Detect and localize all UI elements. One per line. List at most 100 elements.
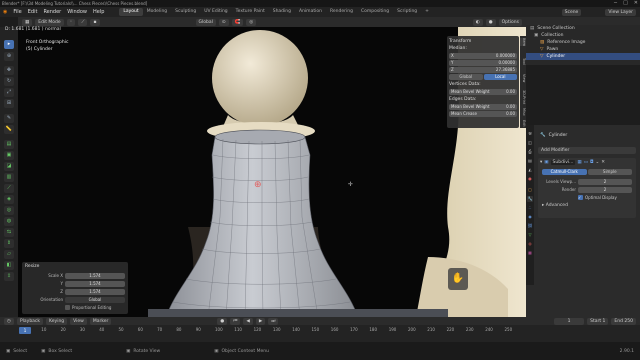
- view-layer-tab-icon[interactable]: ▤: [527, 158, 533, 164]
- tool-tab-icon[interactable]: ⚒: [527, 131, 533, 137]
- render-tab-icon[interactable]: ◫: [527, 140, 533, 146]
- edit-mode-toggle-icon[interactable]: ▦: [577, 160, 581, 165]
- shrink-fatten-icon[interactable]: ⇕: [4, 239, 14, 248]
- constraints-tab-icon[interactable]: ⛓: [527, 223, 533, 229]
- global-button[interactable]: Global: [449, 74, 483, 80]
- workspace-tab-modeling[interactable]: Modeling: [143, 8, 171, 16]
- poly-build-icon[interactable]: ◈: [4, 195, 14, 204]
- move-icon[interactable]: ✥: [4, 66, 14, 75]
- outliner-row-scene-collection[interactable]: ▤ Scene Collection: [526, 25, 640, 32]
- shading-solid-icon[interactable]: ●: [485, 18, 496, 26]
- outliner-row-cylinder[interactable]: ▽ Cylinder: [526, 53, 640, 60]
- outliner-row-collection[interactable]: ▣ Collection: [526, 32, 640, 39]
- object-tab-icon[interactable]: ▢: [527, 187, 533, 193]
- workspace-tab-sculpting[interactable]: Sculpting: [171, 8, 200, 16]
- 3d-cursor-icon[interactable]: ⊕: [254, 180, 262, 190]
- workspace-tab-uv-editing[interactable]: UV Editing: [200, 8, 231, 16]
- optimal-display-row[interactable]: ✓ Optimal Display: [538, 194, 636, 201]
- proportional-checkbox[interactable]: [65, 305, 70, 310]
- tab-view[interactable]: View: [520, 74, 526, 82]
- workspace-tab-shading[interactable]: Shading: [269, 8, 295, 16]
- median-z-field[interactable]: Z 27.36885: [449, 67, 517, 73]
- proportional-icon[interactable]: ◎: [246, 18, 257, 26]
- scale-z-field[interactable]: 1.574: [65, 288, 125, 295]
- scene-selector[interactable]: Scene: [561, 8, 582, 16]
- pivot-icon[interactable]: ⊙: [218, 18, 229, 26]
- add-workspace-button[interactable]: +: [421, 8, 433, 16]
- face-select-icon[interactable]: ▪: [90, 18, 100, 26]
- current-frame-field[interactable]: 1: [554, 317, 585, 325]
- modifier-tab-icon[interactable]: 🔧: [527, 196, 533, 202]
- simple-button[interactable]: Simple: [587, 169, 632, 175]
- options-dropdown[interactable]: Options: [498, 18, 522, 26]
- orientation-field[interactable]: Global: [65, 296, 125, 303]
- workspace-tab-compositing[interactable]: Compositing: [357, 8, 393, 16]
- menu-help[interactable]: Help: [90, 9, 107, 15]
- local-button[interactable]: Local: [483, 74, 517, 80]
- smooth-icon[interactable]: ◍: [4, 217, 14, 226]
- overlays-icon[interactable]: ◐: [472, 18, 483, 26]
- outliner-row-reference-image[interactable]: ▨ Reference Image: [526, 39, 640, 46]
- edge-select-icon[interactable]: ⟋: [78, 18, 88, 26]
- workspace-tab-rendering[interactable]: Rendering: [326, 8, 357, 16]
- tab-3d-print[interactable]: 3D-Print: [520, 90, 526, 104]
- rip-region-icon[interactable]: ◧: [4, 261, 14, 270]
- push-pull-icon[interactable]: ⇳: [4, 272, 14, 281]
- inset-icon[interactable]: ▣: [4, 151, 14, 160]
- optimal-display-checkbox[interactable]: ✓: [578, 195, 583, 200]
- play-reverse-icon[interactable]: ◀: [243, 317, 253, 325]
- median-x-field[interactable]: X 0.000000: [449, 53, 517, 59]
- rotate-icon[interactable]: ↻: [4, 77, 14, 86]
- workspace-tab-layout[interactable]: Layout: [119, 8, 143, 16]
- shear-icon[interactable]: ▱: [4, 250, 14, 259]
- tab-misc[interactable]: Misc: [520, 108, 526, 116]
- keying-menu[interactable]: Keying: [46, 317, 68, 325]
- expand-icon[interactable]: ▾: [540, 160, 542, 165]
- workspace-tab-texture-paint[interactable]: Texture Paint: [232, 8, 269, 16]
- menu-render[interactable]: Render: [40, 9, 64, 15]
- extrude-icon[interactable]: ▤: [4, 140, 14, 149]
- workspace-tab-scripting[interactable]: Scripting: [393, 8, 421, 16]
- snap-icon[interactable]: 🧲: [231, 18, 244, 26]
- playhead-frame-indicator[interactable]: 1: [19, 327, 31, 334]
- editor-type-icon[interactable]: ▦: [22, 18, 33, 26]
- edge-slide-icon[interactable]: ⇆: [4, 228, 14, 237]
- render-toggle-icon[interactable]: ◘: [590, 160, 594, 165]
- texture-tab-icon[interactable]: ▦: [527, 250, 533, 256]
- knife-icon[interactable]: ⟋: [4, 184, 14, 193]
- scene-tab-icon[interactable]: ◭: [527, 167, 533, 173]
- editor-type-clock-icon[interactable]: ◷: [4, 317, 14, 325]
- catmull-clark-button[interactable]: Catmull-Clark: [542, 169, 587, 175]
- scale-x-field[interactable]: 1.574: [65, 272, 125, 279]
- levels-viewport-field[interactable]: 2: [578, 178, 632, 185]
- start-frame-field[interactable]: Start 1: [587, 317, 609, 325]
- marker-menu[interactable]: Marker: [89, 317, 112, 325]
- mode-selector[interactable]: Edit Mode: [35, 18, 64, 26]
- orientation-dropdown[interactable]: Global: [195, 18, 216, 26]
- transform-icon[interactable]: ⊞: [4, 99, 14, 108]
- world-tab-icon[interactable]: ●: [527, 176, 533, 182]
- view-menu[interactable]: View: [70, 317, 87, 325]
- minimize-button[interactable]: ─: [614, 0, 617, 7]
- data-tab-icon[interactable]: ▽: [527, 232, 533, 238]
- advanced-subpanel[interactable]: ▸ Advanced: [538, 203, 636, 208]
- modifier-name-field[interactable]: Subdivi...: [550, 159, 576, 165]
- dropdown-icon[interactable]: ⌄: [596, 160, 600, 165]
- edge-bevel-weight-field[interactable]: Mean Bevel Weight 0.00: [449, 104, 517, 110]
- particles-tab-icon[interactable]: ∴: [527, 205, 533, 211]
- transform-header[interactable]: Transform: [449, 38, 517, 45]
- bevel-icon[interactable]: ◪: [4, 162, 14, 171]
- render-levels-field[interactable]: 2: [578, 186, 632, 193]
- menu-edit[interactable]: Edit: [25, 9, 41, 15]
- vertex-select-icon[interactable]: ◦: [66, 18, 76, 26]
- vertex-bevel-weight-field[interactable]: Mean Bevel Weight 0.00: [449, 89, 517, 95]
- edge-crease-field[interactable]: Mean Crease 0.00: [449, 111, 517, 117]
- menu-window[interactable]: Window: [64, 9, 90, 15]
- maximize-button[interactable]: □: [623, 0, 628, 7]
- scale-icon[interactable]: ⤢: [4, 88, 14, 97]
- output-tab-icon[interactable]: ⎙: [527, 149, 533, 155]
- select-box-icon[interactable]: ▸: [4, 40, 14, 49]
- view-layer-selector[interactable]: View Layer: [605, 8, 636, 16]
- end-frame-field[interactable]: End 250: [611, 317, 636, 325]
- material-tab-icon[interactable]: ◍: [527, 241, 533, 247]
